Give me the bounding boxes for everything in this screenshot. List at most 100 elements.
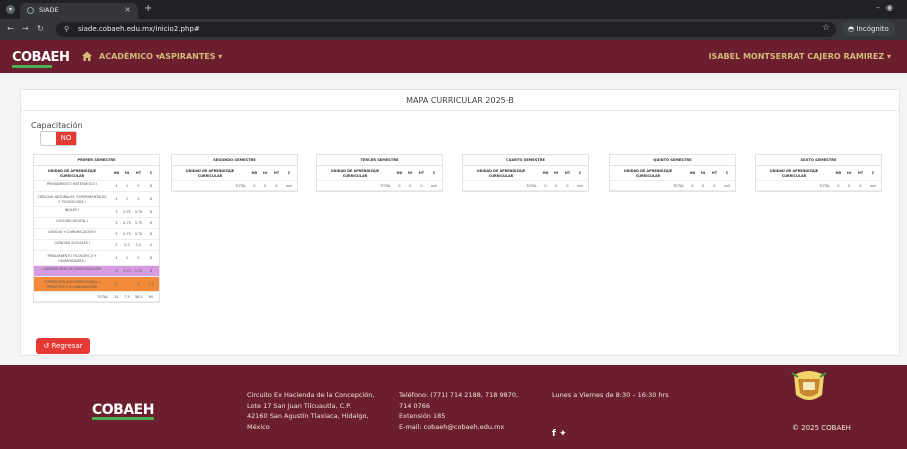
copyright: © 2025 COBAEH bbox=[792, 424, 851, 432]
hi-cell: 0.75 bbox=[123, 269, 131, 273]
address-line: Circuito Ex Hacienda de la Concepción, bbox=[247, 391, 375, 399]
total-hd: 0 bbox=[544, 184, 547, 188]
c-cell: 6 bbox=[149, 210, 153, 214]
table-header-row: UNIDAD DE APRENDIZAJE CURRICULAR HD HI HT C bbox=[610, 166, 735, 181]
contact-line: Extensión 185 bbox=[399, 412, 446, 420]
hd-cell: 5 bbox=[115, 282, 118, 286]
browser-tab[interactable]: SIADE × bbox=[20, 3, 138, 19]
email-link[interactable]: E-mail: cobaeh@cobaeh.edu.mx bbox=[399, 422, 518, 433]
hi-header: HI bbox=[124, 171, 130, 175]
capacitacion-toggle[interactable]: NO bbox=[40, 131, 77, 146]
ht-cell: 2.5 bbox=[135, 243, 142, 247]
address-url: siade.cobaeh.edu.mx/inicio2.php# bbox=[78, 25, 200, 33]
semester-title: SEGUNDO SEMESTRE bbox=[172, 155, 297, 166]
back-button[interactable]: ↺ Regresar bbox=[36, 338, 90, 354]
table-row: INGLÉS I 3 0.75 3.75 6 bbox=[34, 207, 159, 218]
browser-toolbar: ← → ↻ ⚲ siade.cobaeh.edu.mx/inicio2.php#… bbox=[0, 19, 907, 40]
hd-cell: 4 bbox=[115, 256, 118, 260]
c-cell: 6 bbox=[149, 221, 153, 225]
site-footer: COBAEH Circuito Ex Hacienda de la Concep… bbox=[0, 365, 907, 449]
table-header-row: UNIDAD DE APRENDIZAJE CURRICULAR HD HI HT C bbox=[172, 166, 297, 181]
ht-header: HT bbox=[135, 171, 142, 175]
hd-cell: 2 bbox=[115, 243, 118, 247]
c-header: C bbox=[578, 171, 582, 175]
facebook-icon[interactable]: f bbox=[552, 429, 556, 439]
menu-aspirantes[interactable]: ASPIRANTES ▾ bbox=[159, 52, 222, 61]
c-header: C bbox=[287, 171, 291, 175]
footer-logo-text: COBAEH bbox=[92, 402, 154, 418]
window-controls[interactable]: –◉ bbox=[876, 3, 899, 12]
hd-header: HD bbox=[542, 171, 549, 175]
home-icon[interactable] bbox=[81, 50, 93, 62]
hi-header: HI bbox=[553, 171, 559, 175]
ht-cell: 3.75 bbox=[134, 232, 143, 236]
total-ht: 0 bbox=[420, 184, 423, 188]
total-label: TOTAL bbox=[819, 184, 830, 188]
site-info-icon[interactable]: ⚲ bbox=[64, 25, 69, 33]
table-row: TOTAL 31 7.5 38.5 60 bbox=[34, 292, 159, 302]
social-links: f ✦ bbox=[552, 429, 567, 439]
table-row: FORMACIÓN SOCIOEMOCIONAL I (PRÁCTICA Y C… bbox=[34, 277, 159, 292]
forward-arrow-icon[interactable]: → bbox=[22, 24, 29, 33]
footer-hours: Lunes a Viernes de 8:30 – 16:30 hrs bbox=[552, 391, 669, 399]
unit-cell: PENSAMIENTO MATEMÁTICO I bbox=[46, 182, 98, 187]
ht-cell: 5 bbox=[137, 256, 140, 260]
semester-title: SEXTO SEMESTRE bbox=[756, 155, 881, 166]
curriculum-card: MAPA CURRICULAR 2025-B Capacitación NO P… bbox=[20, 89, 900, 356]
total-hd: 0 bbox=[398, 184, 401, 188]
hd-cell: 3 bbox=[115, 210, 118, 214]
toggle-no-label: NO bbox=[56, 132, 76, 145]
total-hd: 31 bbox=[114, 295, 119, 299]
unit-cell: FORMACIÓN SOCIOEMOCIONAL I (PRÁCTICA Y C… bbox=[44, 280, 100, 289]
reload-icon[interactable]: ↻ bbox=[37, 24, 44, 33]
incognito-badge[interactable]: ◓ Incógnito bbox=[842, 22, 895, 36]
ht-header: HT bbox=[418, 171, 425, 175]
ht-header: HT bbox=[564, 171, 571, 175]
table-header-row: UNIDAD DE APRENDIZAJE CURRICULAR HD HI HT C bbox=[34, 166, 159, 181]
ht-cell: 5 bbox=[137, 282, 140, 286]
hi-cell: 0.75 bbox=[123, 232, 131, 236]
bookmark-star-icon[interactable]: ☆ bbox=[822, 23, 830, 33]
semester-title: CUARTO SEMESTRE bbox=[463, 155, 588, 166]
back-arrow-icon[interactable]: ← bbox=[7, 24, 14, 33]
hi-header: HI bbox=[262, 171, 268, 175]
ht-cell: 3.75 bbox=[134, 210, 143, 214]
address-bar[interactable]: ⚲ siade.cobaeh.edu.mx/inicio2.php# bbox=[56, 22, 836, 37]
total-hd: 0 bbox=[837, 184, 840, 188]
unit-header: UNIDAD DE APRENDIZAJE CURRICULAR bbox=[476, 169, 526, 178]
menu-academico[interactable]: ACADÉMICO ▾ bbox=[99, 52, 160, 61]
unit-header: UNIDAD DE APRENDIZAJE CURRICULAR bbox=[47, 169, 97, 178]
hd-header: HD bbox=[113, 171, 120, 175]
address-line: 42160 San Agustín Tlaxiaca, Hidalgo, bbox=[247, 412, 369, 420]
hi-cell: 1 bbox=[125, 197, 129, 201]
hidalgo-seal-icon bbox=[791, 371, 827, 400]
window-menu-icon[interactable]: ▾ bbox=[6, 5, 15, 14]
twitter-icon[interactable]: ✦ bbox=[559, 429, 567, 439]
table-row: TOTAL 0 0 0 null bbox=[317, 181, 442, 191]
hi-cell: 0.5 bbox=[124, 243, 130, 247]
unit-cell: LENGUA Y COMUNICACIÓN I bbox=[48, 230, 96, 235]
ht-header: HT bbox=[711, 171, 718, 175]
hd-cell: 3 bbox=[115, 221, 118, 225]
footer-contact: Teléfono: (771) 714 2188, 718 9870, 714 … bbox=[399, 390, 518, 432]
new-tab-icon[interactable]: + bbox=[144, 3, 152, 14]
tab-close-icon[interactable]: × bbox=[124, 5, 131, 14]
c-cell: 8 bbox=[149, 197, 153, 201]
hd-header: HD bbox=[835, 171, 842, 175]
unit-header: UNIDAD DE APRENDIZAJE CURRICULAR bbox=[769, 169, 819, 178]
total-hi: 7.5 bbox=[124, 295, 130, 299]
semester-table: CUARTO SEMESTRE UNIDAD DE APRENDIZAJE CUR… bbox=[462, 154, 589, 192]
ht-cell: 3.75 bbox=[134, 269, 143, 273]
c-header: C bbox=[432, 171, 436, 175]
total-c: null bbox=[869, 184, 877, 188]
total-label: TOTAL bbox=[97, 295, 108, 299]
cobaeh-logo[interactable]: COBAEH bbox=[12, 50, 70, 68]
table-row: PENSAMIENTO MATEMÁTICO I 4 1 5 8 bbox=[34, 181, 159, 192]
hi-header: HI bbox=[700, 171, 706, 175]
c-header: C bbox=[725, 171, 729, 175]
hd-header: HD bbox=[689, 171, 696, 175]
hi-header: HI bbox=[846, 171, 852, 175]
c-cell: 6 bbox=[149, 232, 153, 236]
semester-title: PRIMER SEMESTRE bbox=[34, 155, 159, 166]
user-menu[interactable]: ISABEL MONTSERRAT CAJERO RAMIREZ ▾ bbox=[709, 52, 891, 61]
